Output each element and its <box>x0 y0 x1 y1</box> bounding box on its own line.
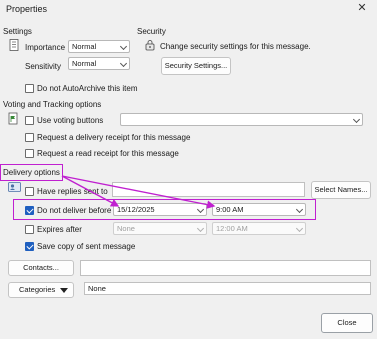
expires-date-value: None <box>117 224 135 233</box>
save-copy-label: Save copy of sent message <box>37 242 136 251</box>
importance-label: Importance <box>25 43 66 52</box>
sensitivity-label: Sensitivity <box>25 62 62 71</box>
delivery-receipt-checkbox[interactable] <box>25 133 34 142</box>
autoarchive-label: Do not AutoArchive this item <box>37 84 138 93</box>
chevron-down-icon <box>295 205 304 214</box>
do-not-deliver-checkbox[interactable] <box>25 206 34 215</box>
settings-document-icon <box>9 39 19 51</box>
categories-input[interactable]: None <box>84 282 371 295</box>
do-not-deliver-time-select[interactable]: 9:00 AM <box>212 203 306 216</box>
importance-value: Normal <box>72 42 97 51</box>
expires-time-value: 12:00 AM <box>216 224 248 233</box>
chevron-down-icon <box>352 115 361 124</box>
use-voting-label: Use voting buttons <box>37 116 104 125</box>
voting-buttons-select[interactable] <box>120 113 363 126</box>
expires-after-checkbox[interactable] <box>25 225 34 234</box>
chevron-down-icon <box>295 224 304 233</box>
voting-heading: Voting and Tracking options <box>3 100 102 109</box>
caret-down-icon <box>60 288 68 293</box>
security-lock-icon <box>144 39 156 51</box>
expires-time-select[interactable]: 12:00 AM <box>212 222 306 235</box>
categories-button[interactable]: Categories <box>8 282 74 298</box>
do-not-deliver-date-value: 15/12/2025 <box>117 205 155 214</box>
select-names-button[interactable]: Select Names... <box>311 181 371 199</box>
chevron-down-icon <box>196 224 205 233</box>
importance-select[interactable]: Normal <box>68 40 130 53</box>
autoarchive-checkbox[interactable] <box>25 84 34 93</box>
save-copy-checkbox[interactable] <box>25 242 34 251</box>
do-not-deliver-time-value: 9:00 AM <box>216 205 244 214</box>
security-description: Change security settings for this messag… <box>160 42 311 51</box>
security-settings-button[interactable]: Security Settings... <box>161 57 231 75</box>
close-window-icon[interactable]: ✕ <box>355 1 369 15</box>
sensitivity-select[interactable]: Normal <box>68 57 130 70</box>
contacts-input[interactable] <box>80 260 371 276</box>
delivery-heading: Delivery options <box>3 168 60 177</box>
close-button[interactable]: Close <box>321 313 373 333</box>
have-replies-checkbox[interactable] <box>25 187 34 196</box>
delivery-receipt-label: Request a delivery receipt for this mess… <box>37 133 191 142</box>
security-heading: Security <box>137 27 166 36</box>
expires-after-label: Expires after <box>37 225 82 234</box>
chevron-down-icon <box>119 59 128 68</box>
sensitivity-value: Normal <box>72 59 97 68</box>
replies-to-input[interactable] <box>112 182 305 197</box>
categories-label: Categories <box>19 285 56 294</box>
delivery-contact-icon <box>8 181 21 193</box>
chevron-down-icon <box>119 42 128 51</box>
have-replies-label: Have replies sent to <box>37 187 108 196</box>
voting-flag-icon <box>8 112 20 126</box>
window-title: Properties <box>6 4 48 14</box>
contacts-button[interactable]: Contacts... <box>8 260 74 276</box>
read-receipt-label: Request a read receipt for this message <box>37 149 179 158</box>
read-receipt-checkbox[interactable] <box>25 149 34 158</box>
do-not-deliver-label: Do not deliver before <box>37 206 112 215</box>
do-not-deliver-date-select[interactable]: 15/12/2025 <box>113 203 207 216</box>
use-voting-checkbox[interactable] <box>25 116 34 125</box>
settings-heading: Settings <box>3 27 32 36</box>
chevron-down-icon <box>196 205 205 214</box>
expires-date-select[interactable]: None <box>113 222 207 235</box>
